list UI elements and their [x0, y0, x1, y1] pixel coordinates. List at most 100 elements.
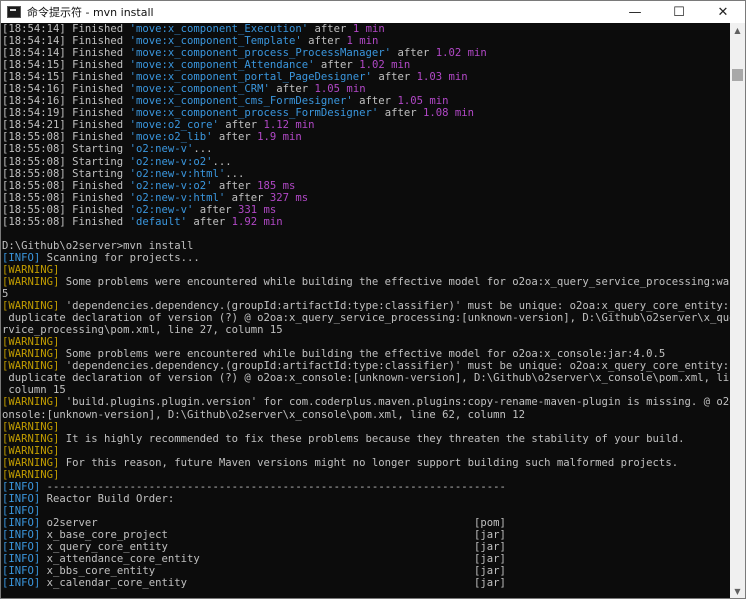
- console-output[interactable]: [18:54:14] Finished 'move:x_component_Ex…: [1, 23, 731, 598]
- minimize-button[interactable]: —: [613, 1, 657, 23]
- console-text-segment: 'move:o2_lib': [129, 131, 213, 144]
- console-text-segment: 'move:x_component_Attendance': [129, 59, 315, 72]
- console-text-segment: 1.12 min: [263, 119, 315, 132]
- console-line: [18:55:08] Finished 'o2:new-v:o2' after …: [2, 180, 731, 192]
- console-line: rvice_processing\pom.xml, line 27, colum…: [2, 324, 731, 336]
- console-line: [18:54:16] Finished 'move:x_component_cm…: [2, 95, 731, 107]
- console-text-segment: 185 ms: [257, 179, 296, 192]
- console-text-segment: 'move:x_component_CRM': [129, 83, 270, 96]
- console-text-segment: 'move:o2_core': [129, 119, 219, 132]
- console-text-segment: [18:55:08] Finished: [2, 191, 130, 204]
- console-text-segment: after: [308, 23, 353, 35]
- console-text-segment: [WARNING]: [2, 456, 60, 469]
- console-text-segment: 1.03 min: [416, 71, 468, 84]
- console-text-segment: after: [193, 203, 238, 216]
- vertical-scrollbar[interactable]: ▲ ▼: [730, 23, 745, 598]
- console-text-segment: after: [269, 83, 315, 96]
- console-text-segment: [WARNING]: [2, 263, 60, 276]
- console-text-segment: [INFO]: [2, 577, 41, 590]
- console-line: duplicate declaration of version (?) @ o…: [2, 372, 731, 384]
- terminal-icon: [7, 6, 21, 18]
- console-text-segment: after: [186, 215, 232, 228]
- console-text-segment: [18:54:14] Finished: [2, 35, 130, 48]
- console-text-segment: [18:54:21] Finished: [2, 119, 130, 132]
- console-line: [18:54:14] Finished 'move:x_component_Ex…: [2, 23, 731, 35]
- console-text-segment: ----------------------------------------…: [40, 480, 506, 493]
- console-text-segment: [WARNING]: [2, 468, 60, 481]
- console-text-segment: after: [212, 179, 258, 192]
- console-line: [18:54:19] Finished 'move:x_component_pr…: [2, 107, 731, 119]
- console-text-segment: 1.05 min: [397, 95, 449, 108]
- console-line: [18:55:08] Finished 'move:o2_lib' after …: [2, 131, 731, 143]
- console-text-segment: [18:54:14] Finished: [2, 47, 130, 60]
- console-text-segment: 5: [2, 288, 9, 301]
- console-line: D:\Github\o2server>mvn install: [2, 240, 731, 252]
- console-line: [18:55:08] Starting 'o2:new-v'...: [2, 143, 731, 155]
- maximize-button[interactable]: ☐: [657, 1, 701, 23]
- console-text-segment: [INFO]: [2, 565, 41, 578]
- console-line: [WARNING]: [2, 421, 731, 433]
- console-text-segment: [WARNING]: [2, 396, 60, 409]
- console-text-segment: 'move:x_component_process_ProcessManager…: [129, 47, 392, 60]
- console-line: [WARNING] Some problems were encountered…: [2, 348, 731, 360]
- console-text-segment: [WARNING]: [2, 420, 60, 433]
- console-text-segment: [WARNING]: [2, 444, 60, 457]
- console-line: [WARNING]: [2, 336, 731, 348]
- console-text-segment: [INFO]: [2, 251, 41, 264]
- console-text-segment: [WARNING]: [2, 432, 60, 445]
- console-text-segment: [INFO]: [2, 516, 41, 529]
- console-text-segment: 'move:x_component_process_FormDesigner': [129, 107, 379, 120]
- console-text-segment: 'o2:new-v:o2': [129, 155, 213, 168]
- scroll-down-arrow-icon[interactable]: ▼: [730, 584, 745, 598]
- console-text-segment: 'o2:new-v': [129, 203, 194, 216]
- console-text-segment: 'o2:new-v:html': [129, 167, 226, 180]
- console-text-segment: [18:55:08] Finished: [2, 179, 130, 192]
- console-text-segment: 'o2:new-v': [129, 143, 194, 156]
- console-text-segment: after: [391, 47, 436, 60]
- console-text-segment: Some problems were encountered while bui…: [59, 348, 666, 361]
- console-text-segment: after: [225, 191, 270, 204]
- console-line: [18:54:15] Finished 'move:x_component_At…: [2, 59, 731, 71]
- console-lines: [18:54:14] Finished 'move:x_component_Ex…: [2, 23, 731, 589]
- window-controls: — ☐ ✕: [613, 1, 745, 23]
- console-text-segment: 'default': [129, 215, 187, 228]
- console-text-segment: 1.9 min: [257, 131, 302, 144]
- console-line: [WARNING] It is highly recommended to fi…: [2, 433, 731, 445]
- console-text-segment: x_attendance_core_entity [jar]: [40, 553, 506, 566]
- console-text-segment: duplicate declaration of version (?) @ o…: [2, 372, 731, 385]
- console-line: [18:54:15] Finished 'move:x_component_po…: [2, 71, 731, 83]
- console-text-segment: 'move:x_component_Template': [129, 35, 302, 48]
- console-text-segment: [18:54:14] Finished: [2, 23, 130, 35]
- console-line: [WARNING]: [2, 445, 731, 457]
- console-line: [18:55:08] Finished 'default' after 1.92…: [2, 216, 731, 228]
- close-button[interactable]: ✕: [701, 1, 745, 23]
- scroll-up-arrow-icon[interactable]: ▲: [730, 23, 745, 38]
- console-line: [18:55:08] Starting 'o2:new-v:html'...: [2, 168, 731, 180]
- console-text-segment: For this reason, future Maven versions m…: [59, 456, 679, 469]
- console-text-segment: Some problems were encountered while bui…: [59, 275, 731, 288]
- console-text-segment: after: [301, 35, 347, 48]
- console-text-segment: [INFO]: [2, 504, 41, 517]
- console-text-segment: [18:54:19] Finished: [2, 107, 130, 120]
- console-text-segment: onsole:[unknown-version], D:\Github\o2se…: [2, 408, 525, 421]
- console-line: [18:54:21] Finished 'move:o2_core' after…: [2, 119, 731, 131]
- console-text-segment: [INFO]: [2, 553, 41, 566]
- console-text-segment: 'move:x_component_Execution': [129, 23, 309, 35]
- console-text-segment: [18:55:08] Finished: [2, 203, 130, 216]
- console-line: [INFO] Reactor Build Order:: [2, 493, 731, 505]
- scrollbar-thumb[interactable]: [732, 69, 743, 81]
- title-bar[interactable]: 命令提示符 - mvn install — ☐ ✕: [1, 1, 745, 23]
- console-text-segment: 'o2:new-v:html': [129, 191, 226, 204]
- console-text-segment: 'dependencies.dependency.(groupId:artifa…: [59, 300, 731, 313]
- console-line: [18:55:08] Finished 'o2:new-v' after 331…: [2, 204, 731, 216]
- console-text-segment: 1 min: [346, 35, 379, 48]
- console-line: [INFO]: [2, 505, 731, 517]
- console-line: [18:54:14] Finished 'move:x_component_Te…: [2, 35, 731, 47]
- console-text-segment: [18:54:16] Finished: [2, 95, 130, 108]
- console-line: [WARNING] For this reason, future Maven …: [2, 457, 731, 469]
- console-line: [INFO] o2server [pom]: [2, 517, 731, 529]
- console-line: [18:55:08] Starting 'o2:new-v:o2'...: [2, 156, 731, 168]
- console-text-segment: [INFO]: [2, 492, 41, 505]
- console-text-segment: ...: [225, 167, 245, 180]
